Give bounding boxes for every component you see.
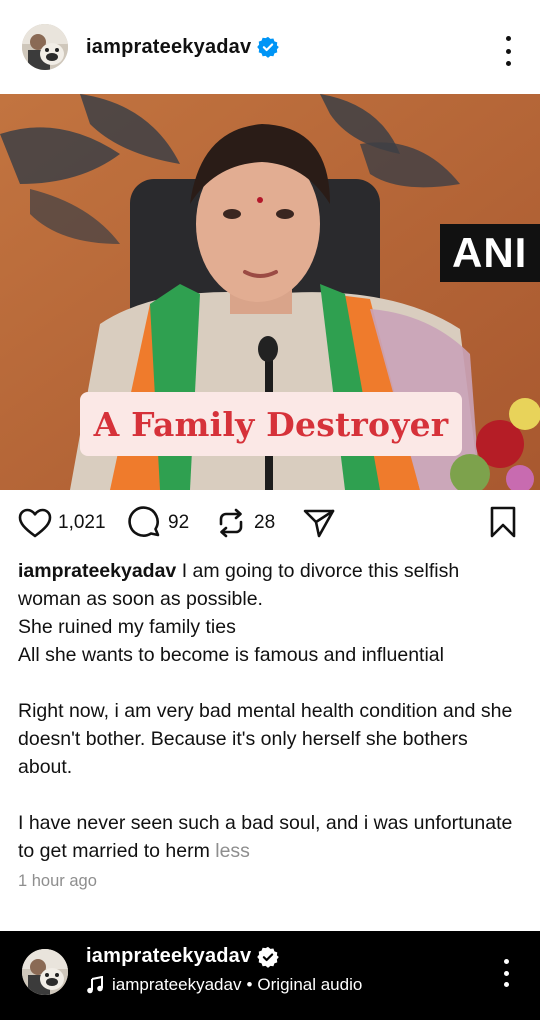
comment-icon xyxy=(128,506,160,537)
repost-icon xyxy=(219,508,243,538)
less-link[interactable]: less xyxy=(215,840,250,862)
music-note-icon xyxy=(87,976,103,994)
bottom-avatar[interactable] xyxy=(22,949,68,995)
audio-label: Original audio xyxy=(257,975,363,994)
comment-button[interactable]: 92 xyxy=(128,506,189,540)
avatar-image xyxy=(22,24,68,70)
repost-count: 28 xyxy=(254,512,276,533)
comment-count: 92 xyxy=(168,512,190,533)
more-options-icon[interactable] xyxy=(496,959,516,987)
bottom-username[interactable]: iamprateekyadav xyxy=(86,945,251,968)
post-caption: iamprateekyadav I am going to divorce th… xyxy=(18,557,524,865)
verified-badge-icon xyxy=(257,946,280,968)
media-overlay-caption: A Family Destroyer xyxy=(80,392,462,456)
post-timestamp: 1 hour ago xyxy=(18,872,97,890)
like-button[interactable]: 1,021 xyxy=(18,506,106,540)
share-button[interactable] xyxy=(302,506,336,540)
ani-watermark: ANI xyxy=(440,224,540,282)
audio-info[interactable]: iamprateekyadav • Original audio xyxy=(86,975,362,995)
audio-separator: • xyxy=(246,975,253,994)
post-username[interactable]: iamprateekyadav xyxy=(86,36,251,59)
overlay-caption-text: A Family Destroyer xyxy=(93,404,449,444)
avatar[interactable] xyxy=(22,24,68,70)
action-bar: 1,021 92 28 xyxy=(0,500,540,546)
verified-badge-icon xyxy=(257,36,280,58)
audio-user: iamprateekyadav xyxy=(112,975,242,994)
avatar-image xyxy=(22,949,68,995)
repost-button[interactable]: 28 xyxy=(214,506,275,540)
like-count: 1,021 xyxy=(58,512,106,533)
share-icon xyxy=(303,509,335,538)
caption-username[interactable]: iamprateekyadav xyxy=(18,560,176,582)
caption-text: I am going to divorce this selfish woman… xyxy=(18,560,513,862)
post-header: iamprateekyadav xyxy=(0,0,540,94)
more-options-icon[interactable] xyxy=(498,36,518,66)
heart-icon xyxy=(18,508,52,538)
bookmark-icon xyxy=(490,506,516,538)
bookmark-button[interactable] xyxy=(490,506,516,538)
ani-tag-text: ANI xyxy=(452,229,528,276)
audio-bar: iamprateekyadav iamprateekyadav • Origin… xyxy=(0,931,540,1020)
